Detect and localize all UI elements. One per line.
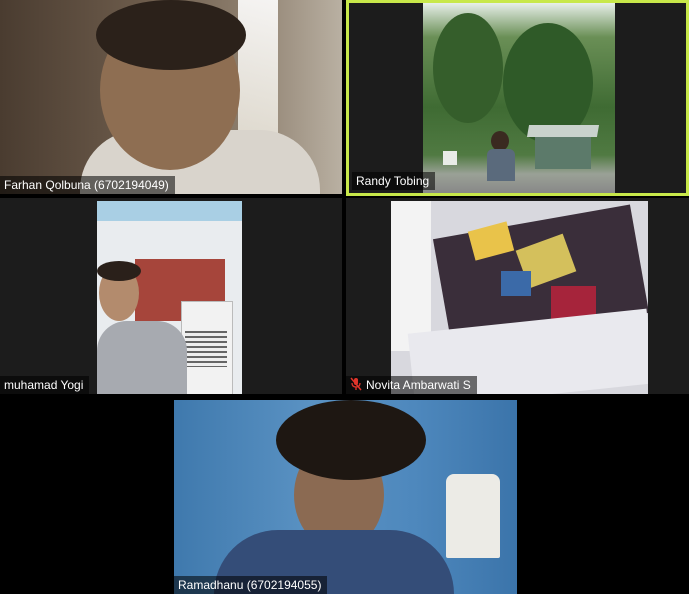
participant-video xyxy=(0,0,342,194)
video-tile-ramadhanu[interactable]: Ramadhanu (6702194055) xyxy=(174,400,517,594)
participant-name: Randy Tobing xyxy=(356,174,430,188)
participant-video xyxy=(391,201,648,394)
participant-name-tag: Ramadhanu (6702194055) xyxy=(174,576,328,594)
video-tile-novita[interactable]: Novita Ambarwati S xyxy=(346,198,689,394)
video-tile-farhan[interactable]: Farhan Qolbuna (6702194049) xyxy=(0,0,342,194)
participant-name: Novita Ambarwati S xyxy=(366,378,471,392)
participant-video xyxy=(174,400,517,594)
participant-name-tag: Randy Tobing xyxy=(352,172,436,190)
mic-muted-icon xyxy=(350,377,362,391)
participant-name-tag: muhamad Yogi xyxy=(0,376,90,394)
participant-name-tag: Farhan Qolbuna (6702194049) xyxy=(0,176,175,194)
participant-name: Ramadhanu (6702194055) xyxy=(178,578,322,592)
video-tile-randy[interactable]: Randy Tobing xyxy=(346,0,689,196)
participant-name: muhamad Yogi xyxy=(4,378,84,392)
participant-video xyxy=(423,3,615,193)
participant-video xyxy=(97,201,242,394)
participant-name: Farhan Qolbuna (6702194049) xyxy=(4,178,169,192)
participant-name-tag: Novita Ambarwati S xyxy=(346,376,477,394)
video-tile-yogi[interactable]: muhamad Yogi xyxy=(0,198,342,394)
